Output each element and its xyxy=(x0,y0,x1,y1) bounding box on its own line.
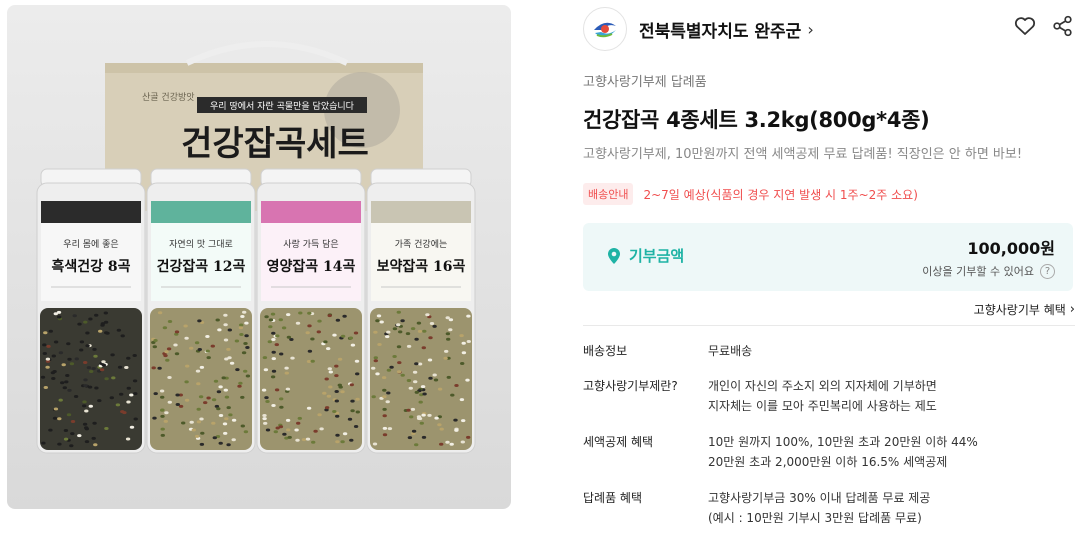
spec-row-gift: 답례품 혜택 고향사랑기부금 30% 이내 답례품 무료 제공 (예시 : 10… xyxy=(583,488,1075,528)
benefit-link-label: 고향사랑기부 혜택 xyxy=(973,303,1066,317)
spec-value: 개인이 자신의 주소지 외의 지자체에 기부하면 지자체는 이를 모아 주민복리… xyxy=(708,376,937,416)
seller-name: 전북특별자치도 완주군 xyxy=(639,21,802,42)
jar-name: 건강잡곡 12곡 xyxy=(157,258,246,275)
product-illustration: 산골 건강방앗 우리 땅에서 자란 곡물만을 담았습니다 건강잡곡세트 우리 몸… xyxy=(36,41,476,454)
location-pin-icon xyxy=(608,247,620,264)
spec-row-about: 고향사랑기부제란? 개인이 자신의 주소지 외의 지자체에 기부하면 지자체는 … xyxy=(583,376,1075,416)
jar-tagline: 우리 몸에 좋은 xyxy=(63,239,118,250)
spec-key: 답례품 혜택 xyxy=(583,491,643,505)
product-image[interactable]: 산골 건강방앗 우리 땅에서 자란 곡물만을 담았습니다 건강잡곡세트 우리 몸… xyxy=(7,5,511,509)
jar-group: 우리 몸에 좋은흑색건강 8곡자연의 맛 그대로건강잡곡 12곡사랑 가득 담은… xyxy=(36,168,476,454)
spec-line: (예시 : 10만원 기부시 3만원 답례품 무료) xyxy=(708,511,922,525)
heart-icon[interactable] xyxy=(1013,14,1037,38)
donation-amount: 100,000원 xyxy=(967,239,1055,258)
shipping-badge: 배송안내 xyxy=(583,183,634,205)
spec-line: 무료배송 xyxy=(708,344,753,358)
spec-line: 20만원 초과 2,000만원 이하 16.5% 세액공제 xyxy=(708,455,948,469)
spec-value: 10만 원까지 100%, 10만원 초과 20만원 이하 44% 20만원 초… xyxy=(708,432,978,472)
spec-line: 지자체는 이를 모아 주민복리에 사용하는 제도 xyxy=(708,399,937,413)
region-emblem-icon xyxy=(594,22,616,38)
grain-jar: 우리 몸에 좋은흑색건강 8곡 xyxy=(36,168,146,454)
spec-line: 10만 원까지 100%, 10만원 초과 20만원 이하 44% xyxy=(708,435,978,449)
question-icon[interactable]: ? xyxy=(1040,263,1055,279)
product-subtitle: 고향사랑기부제, 10만원까지 전액 세액공제 무료 답례품! 직장인은 안 하… xyxy=(583,147,1023,162)
donation-box: 기부금액 100,000원 이상을 기부할 수 있어요 ? xyxy=(583,223,1073,291)
box-heading: 건강잡곡세트 xyxy=(181,124,369,164)
jar-name: 보약잡곡 16곡 xyxy=(377,258,466,275)
chevron-right-icon: › xyxy=(1069,302,1075,317)
donation-note-text: 이상을 기부할 수 있어요 xyxy=(922,265,1034,278)
box-tagline: 우리 땅에서 자란 곡물만을 담았습니다 xyxy=(210,100,355,112)
spec-value: 고향사랑기부금 30% 이내 답례품 무료 제공 (예시 : 10만원 기부시 … xyxy=(708,488,930,528)
product-info: 전북특별자치도 완주군 › 고향사랑기부제 답례품 건강잡곡 4종세트 3.2k… xyxy=(583,0,1075,551)
chevron-right-icon: › xyxy=(807,19,814,39)
donation-label: 기부금액 xyxy=(607,245,684,266)
shipping-estimate: 2~7일 예상(식품의 경우 지연 발생 시 1주~2주 소요) xyxy=(643,187,918,202)
spec-line: 개인이 자신의 주소지 외의 지자체에 기부하면 xyxy=(708,379,937,393)
spec-line: 고향사랑기부금 30% 이내 답례품 무료 제공 xyxy=(708,491,931,505)
product-title: 건강잡곡 4종세트 3.2kg(800g*4종) xyxy=(583,108,930,132)
product-category: 고향사랑기부제 답례품 xyxy=(583,75,707,90)
spec-key: 배송정보 xyxy=(583,344,628,358)
jar-name: 영양잡곡 14곡 xyxy=(267,258,356,275)
box-logo: 산골 건강방앗 xyxy=(142,92,195,103)
jar-tagline: 가족 건강에는 xyxy=(395,239,448,250)
benefit-link[interactable]: 고향사랑기부 혜택 › xyxy=(974,301,1075,318)
grain-jar: 자연의 맛 그대로건강잡곡 12곡 xyxy=(146,168,256,454)
grain-jar: 사랑 가득 담은영양잡곡 14곡 xyxy=(256,168,366,454)
top-actions xyxy=(1013,14,1075,38)
box-handle xyxy=(185,41,349,66)
seller-link[interactable]: 전북특별자치도 완주군 › xyxy=(583,6,814,52)
grain-jar: 가족 건강에는보약잡곡 16곡 xyxy=(366,168,476,454)
divider xyxy=(583,325,1075,326)
seller-logo xyxy=(583,7,627,51)
spec-value: 무료배송 xyxy=(708,341,752,361)
spec-key: 고향사랑기부제란? xyxy=(583,379,678,393)
shipping-row: 배송안내 2~7일 예상(식품의 경우 지연 발생 시 1주~2주 소요) xyxy=(583,183,918,205)
spec-row-tax: 세액공제 혜택 10만 원까지 100%, 10만원 초과 20만원 이하 44… xyxy=(583,432,1075,472)
donation-label-text: 기부금액 xyxy=(629,247,685,265)
jar-tagline: 자연의 맛 그대로 xyxy=(169,239,233,250)
jar-tagline: 사랑 가득 담은 xyxy=(283,238,338,250)
spec-key: 세액공제 혜택 xyxy=(583,435,654,449)
share-icon[interactable] xyxy=(1051,14,1075,38)
jar-name: 흑색건강 8곡 xyxy=(51,258,130,275)
donation-note: 이상을 기부할 수 있어요 ? xyxy=(922,263,1055,279)
spec-row-shipping: 배송정보 무료배송 xyxy=(583,341,1075,361)
